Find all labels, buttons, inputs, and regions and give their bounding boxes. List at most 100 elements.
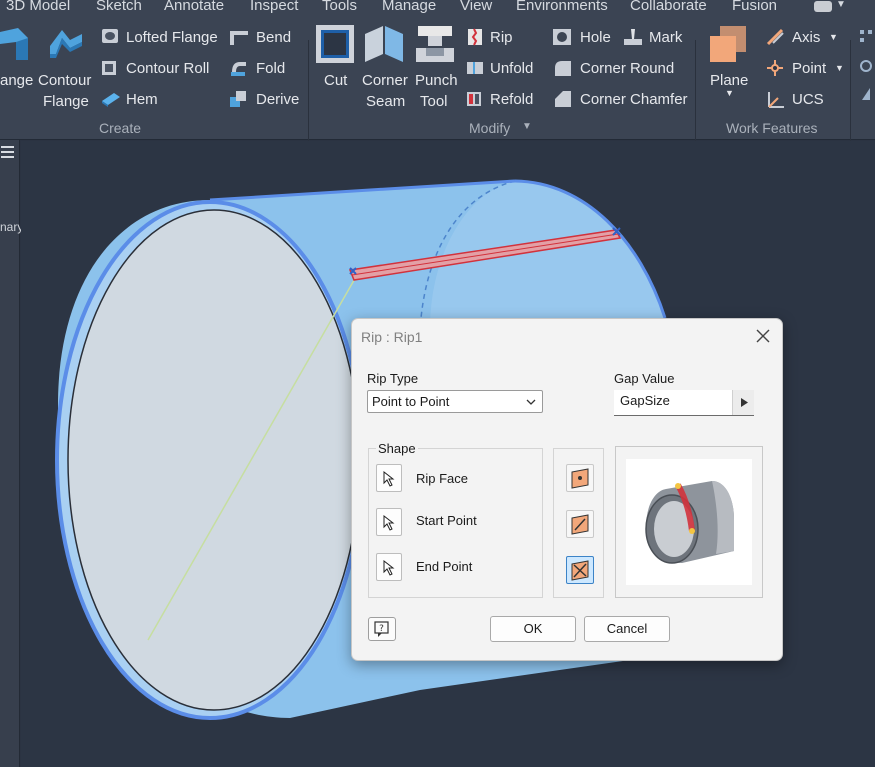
point-button[interactable]: Point [792,60,826,77]
axis-button[interactable]: Axis [792,29,820,46]
hole-icon[interactable] [551,27,573,47]
help-icon: ? [374,621,389,637]
axis-icon[interactable] [765,27,787,47]
corner-chamfer-icon[interactable] [551,89,573,109]
inventor-window: 3D Model Sketch Annotate Inspect Tools M… [0,0,875,767]
rip-type-label: Rip Type [367,371,419,386]
contour-roll-icon[interactable] [100,58,120,78]
rip-preview-illustration [645,481,734,564]
pattern-panel-icons[interactable] [858,28,875,108]
contour-flange-label-2[interactable]: Flange [43,93,89,110]
rip-button[interactable]: Rip [490,29,513,46]
rip-type-value: Point to Point [372,394,450,409]
close-icon[interactable] [754,327,772,345]
rip-preview-panel [615,446,763,598]
tab-tools[interactable]: Tools [322,0,357,14]
plane-dropdown-icon[interactable]: ▼ [725,88,734,98]
rip-dialog: Rip : Rip1 Rip Type Point to Point Gap V… [351,318,783,661]
cut-button[interactable]: Cut [324,72,347,89]
work-features-panel-title: Work Features [726,120,818,136]
bend-icon[interactable] [228,27,250,47]
tab-inspect[interactable]: Inspect [250,0,298,14]
menu-icon[interactable] [1,146,14,158]
tab-view[interactable]: View [460,0,492,14]
point-to-point-icon [571,560,589,581]
point-dropdown-icon[interactable]: ▼ [835,63,844,73]
cancel-button[interactable]: Cancel [584,616,670,642]
gap-value-label: Gap Value [614,371,675,386]
corner-chamfer-button[interactable]: Corner Chamfer [580,91,688,108]
mark-icon[interactable] [622,27,644,47]
tab-collaborate[interactable]: Collaborate [630,0,707,14]
point-icon[interactable] [765,58,787,78]
corner-round-icon[interactable] [551,58,573,78]
ucs-button[interactable]: UCS [792,91,824,108]
flange-label[interactable]: ange [0,72,33,89]
end-point-label: End Point [416,559,473,574]
user-icon[interactable] [814,1,832,12]
cursor-arrow-icon [383,471,395,487]
punch-tool-label-2[interactable]: Tool [420,93,448,110]
plane-icon[interactable] [706,24,750,68]
contour-roll-button[interactable]: Contour Roll [126,60,209,77]
hole-button[interactable]: Hole [580,29,611,46]
rip-face-select-button[interactable] [376,464,402,492]
single-point-rip-button[interactable] [566,464,594,492]
tab-3d-model[interactable]: 3D Model [6,0,70,14]
shape-group-title: Shape [376,441,418,456]
gap-value-field[interactable]: GapSize [614,390,754,416]
plane-button[interactable]: Plane [710,72,748,89]
cut-icon[interactable] [315,24,355,66]
corner-seam-icon[interactable] [363,24,405,66]
refold-button[interactable]: Refold [490,91,533,108]
point-to-point-alt-button[interactable] [566,510,594,538]
unfold-button[interactable]: Unfold [490,60,533,77]
tab-sketch[interactable]: Sketch [96,0,142,14]
point-to-point-rip-button[interactable] [566,556,594,584]
gap-value-flyout-button[interactable] [732,390,754,415]
lofted-flange-button[interactable]: Lofted Flange [126,29,218,46]
punch-tool-label-1[interactable]: Punch [415,72,458,89]
svg-text:?: ? [379,624,384,634]
play-arrow-icon [741,398,748,407]
help-button[interactable]: ? [368,617,396,641]
derive-button[interactable]: Derive [256,91,299,108]
chevron-down-icon[interactable]: ▼ [836,0,846,10]
lofted-flange-icon[interactable] [100,27,120,47]
fold-icon[interactable] [228,58,250,78]
modify-expand-icon[interactable]: ▼ [522,121,532,132]
unfold-icon[interactable] [465,58,485,78]
derive-icon[interactable] [228,89,250,109]
bend-button[interactable]: Bend [256,29,291,46]
ribbon-tab-bar: 3D Model Sketch Annotate Inspect Tools M… [0,0,875,18]
gap-value-text[interactable]: GapSize [620,393,670,408]
contour-flange-icon[interactable] [46,26,84,64]
corner-seam-label-2[interactable]: Seam [366,93,405,110]
end-point-select-button[interactable] [376,553,402,581]
rip-type-select[interactable]: Point to Point [367,390,543,413]
browser-label[interactable]: nary [0,220,23,234]
tab-fusion[interactable]: Fusion [732,0,777,14]
axis-dropdown-icon[interactable]: ▼ [829,32,838,42]
single-point-icon [571,468,589,489]
punch-tool-icon[interactable] [414,24,456,66]
fold-button[interactable]: Fold [256,60,285,77]
refold-icon[interactable] [465,89,485,109]
corner-round-button[interactable]: Corner Round [580,60,674,77]
contour-flange-label-1[interactable]: Contour [38,72,91,89]
mark-button[interactable]: Mark [649,29,682,46]
tab-annotate[interactable]: Annotate [164,0,224,14]
hem-icon[interactable] [100,89,122,109]
ok-button[interactable]: OK [490,616,576,642]
tab-manage[interactable]: Manage [382,0,436,14]
rip-icon[interactable] [465,27,485,47]
hem-button[interactable]: Hem [126,91,158,108]
ucs-icon[interactable] [765,89,787,111]
modify-panel-title[interactable]: Modify [469,120,510,136]
tab-environments[interactable]: Environments [516,0,608,14]
flange-icon[interactable] [0,24,30,64]
cursor-arrow-icon [383,560,395,576]
start-point-select-button[interactable] [376,508,402,536]
corner-seam-label-1[interactable]: Corner [362,72,408,89]
cursor-arrow-icon [383,515,395,531]
